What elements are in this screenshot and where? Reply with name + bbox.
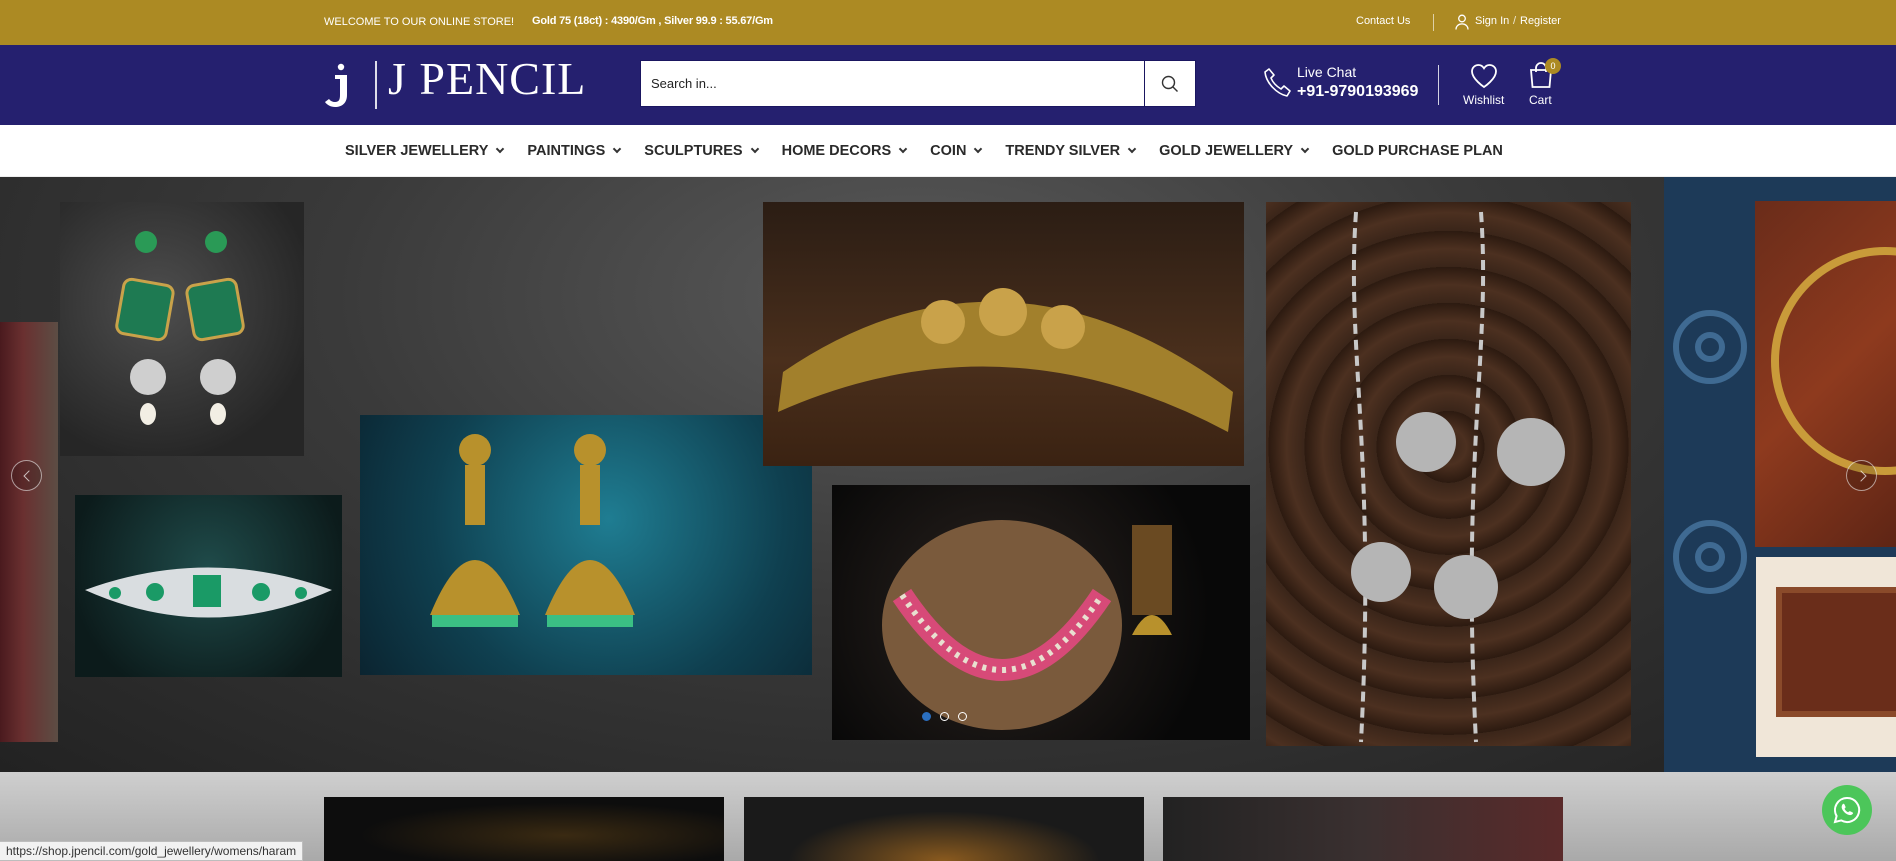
whatsapp-button[interactable] bbox=[1822, 785, 1872, 835]
product-image-gold-waist-belt[interactable] bbox=[763, 202, 1244, 466]
product-image-silver-chains[interactable] bbox=[1266, 202, 1631, 746]
featured-card[interactable] bbox=[324, 797, 724, 861]
nav-item-silver-jewellery[interactable]: SILVER JEWELLERY bbox=[345, 143, 505, 159]
product-image-emerald-earrings[interactable] bbox=[60, 202, 304, 456]
search-input[interactable] bbox=[651, 61, 1151, 106]
product-image-kundan-necklace[interactable] bbox=[832, 485, 1250, 740]
nav-label: GOLD PURCHASE PLAN bbox=[1332, 143, 1503, 159]
sign-in-link[interactable]: Sign In bbox=[1475, 15, 1509, 27]
top-bar: WELCOME TO OUR ONLINE STORE! Gold 75 (18… bbox=[0, 0, 1896, 45]
browser-status-url: https://shop.jpencil.com/gold_jewellery/… bbox=[0, 841, 304, 861]
slider-prev-button[interactable] bbox=[11, 460, 42, 491]
metal-rates: Gold 75 (18ct) : 4390/Gm , Silver 99.9 :… bbox=[532, 15, 773, 27]
logo-icon[interactable] bbox=[324, 63, 356, 109]
logo-wordmark[interactable]: J PENCIL bbox=[388, 56, 586, 102]
logo-divider bbox=[375, 61, 377, 109]
live-chat-label[interactable]: Live Chat bbox=[1297, 64, 1356, 80]
nav-label: COIN bbox=[930, 143, 967, 159]
nav-item-trendy-silver[interactable]: TRENDY SILVER bbox=[1005, 143, 1137, 159]
register-link[interactable]: Register bbox=[1520, 15, 1561, 27]
slider-next-button[interactable] bbox=[1846, 460, 1877, 491]
cart-link[interactable]: Cart bbox=[1529, 93, 1552, 107]
slider-dot[interactable] bbox=[922, 712, 931, 721]
product-image-brass-decor[interactable] bbox=[1755, 201, 1896, 547]
phone-icon bbox=[1264, 68, 1291, 97]
slider-dot[interactable] bbox=[958, 712, 967, 721]
welcome-text: WELCOME TO OUR ONLINE STORE! bbox=[324, 16, 515, 28]
whatsapp-icon bbox=[1833, 796, 1861, 824]
heart-icon[interactable] bbox=[1470, 63, 1498, 89]
nav-item-coin[interactable]: COIN bbox=[930, 143, 983, 159]
nav-label: SILVER JEWELLERY bbox=[345, 143, 489, 159]
nav-menu: SILVER JEWELLERY PAINTINGS SCULPTURES HO… bbox=[345, 125, 1527, 177]
phone-number[interactable]: +91-9790193969 bbox=[1297, 83, 1418, 101]
nav-item-gold-purchase-plan[interactable]: GOLD PURCHASE PLAN bbox=[1332, 143, 1503, 159]
contact-us-link[interactable]: Contact Us bbox=[1356, 15, 1410, 27]
chevron-down-icon bbox=[496, 144, 505, 154]
main-nav: SILVER JEWELLERY PAINTINGS SCULPTURES HO… bbox=[0, 125, 1896, 177]
chevron-down-icon bbox=[974, 144, 983, 154]
header-divider bbox=[1438, 65, 1439, 105]
featured-card[interactable] bbox=[1163, 797, 1563, 861]
search-bar bbox=[640, 60, 1196, 107]
slider-pagination bbox=[922, 712, 967, 721]
product-image-painting[interactable] bbox=[1756, 557, 1896, 757]
nav-label: HOME DECORS bbox=[781, 143, 892, 159]
slider-dot[interactable] bbox=[940, 712, 949, 721]
chevron-down-icon bbox=[898, 144, 908, 154]
featured-card[interactable] bbox=[744, 797, 1144, 861]
main-header: J PENCIL Live Chat +91-9790193969 Wishli… bbox=[0, 45, 1896, 125]
user-icon[interactable] bbox=[1455, 14, 1469, 30]
nav-item-home-decors[interactable]: HOME DECORS bbox=[781, 143, 908, 159]
hero-slider bbox=[0, 177, 1896, 772]
auth-separator: / bbox=[1513, 15, 1517, 27]
search-icon bbox=[1161, 75, 1178, 92]
cart-count-badge: 0 bbox=[1545, 58, 1561, 74]
nav-label: TRENDY SILVER bbox=[1005, 143, 1121, 159]
product-image-green-beads[interactable] bbox=[0, 322, 58, 742]
divider bbox=[1433, 14, 1434, 31]
search-button[interactable] bbox=[1144, 61, 1195, 106]
nav-item-paintings[interactable]: PAINTINGS bbox=[527, 143, 622, 159]
nav-item-gold-jewellery[interactable]: GOLD JEWELLERY bbox=[1159, 143, 1310, 159]
product-image-gold-jhumkas[interactable] bbox=[360, 415, 812, 675]
nav-label: SCULPTURES bbox=[644, 143, 743, 159]
chevron-down-icon bbox=[1300, 144, 1310, 154]
chevron-down-icon bbox=[750, 144, 759, 154]
chevron-down-icon bbox=[613, 144, 622, 154]
nav-item-sculptures[interactable]: SCULPTURES bbox=[644, 143, 759, 159]
nav-label: GOLD JEWELLERY bbox=[1159, 143, 1294, 159]
wishlist-link[interactable]: Wishlist bbox=[1463, 93, 1504, 107]
product-image-diamond-bracelet[interactable] bbox=[75, 495, 342, 677]
chevron-down-icon bbox=[1127, 144, 1137, 154]
nav-label: PAINTINGS bbox=[527, 143, 606, 159]
